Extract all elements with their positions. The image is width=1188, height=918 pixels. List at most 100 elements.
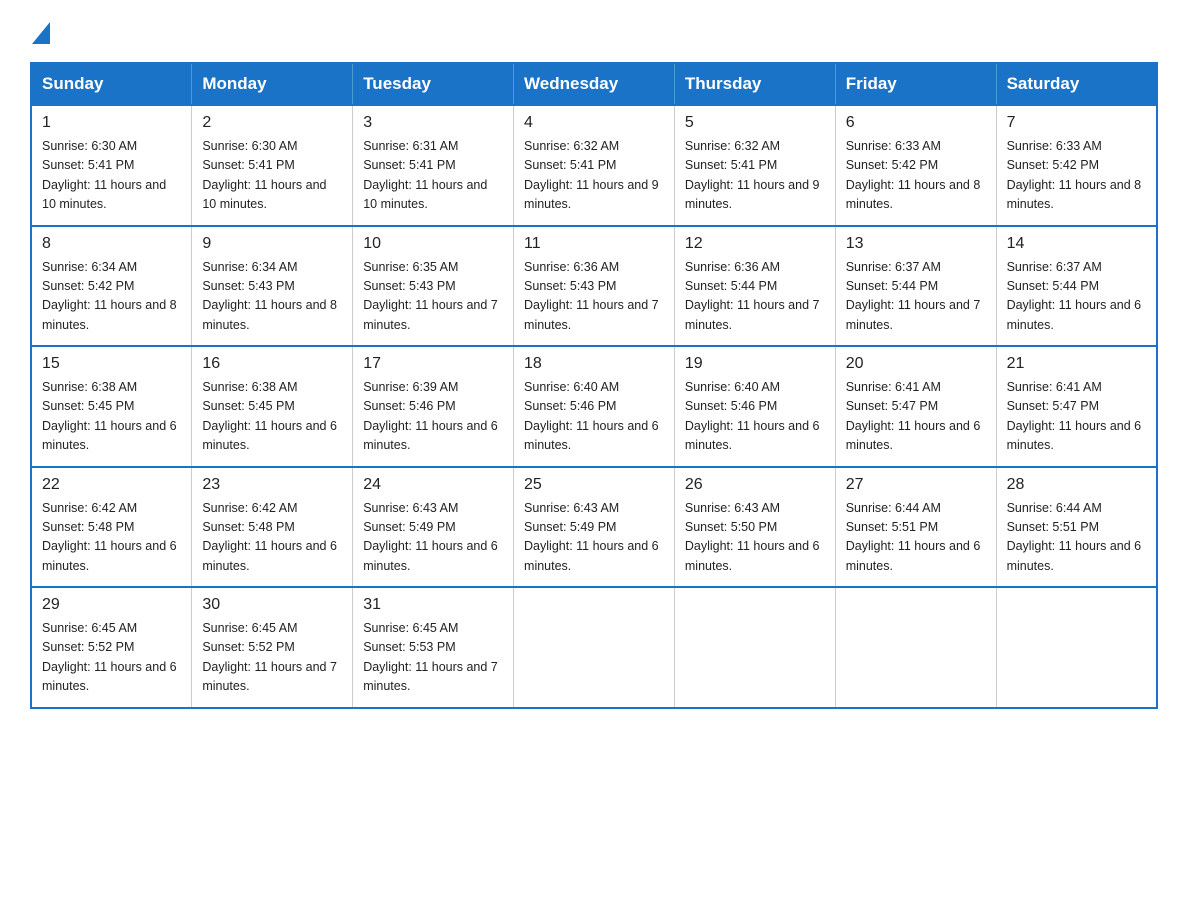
weekday-header-row: SundayMondayTuesdayWednesdayThursdayFrid…	[31, 63, 1157, 105]
day-info: Sunrise: 6:37 AMSunset: 5:44 PMDaylight:…	[1007, 258, 1146, 336]
day-number: 18	[524, 355, 664, 373]
calendar-week-row: 29 Sunrise: 6:45 AMSunset: 5:52 PMDaylig…	[31, 587, 1157, 708]
day-number: 19	[685, 355, 825, 373]
calendar-cell: 2 Sunrise: 6:30 AMSunset: 5:41 PMDayligh…	[192, 105, 353, 226]
weekday-header-wednesday: Wednesday	[514, 63, 675, 105]
calendar-week-row: 22 Sunrise: 6:42 AMSunset: 5:48 PMDaylig…	[31, 467, 1157, 588]
day-number: 8	[42, 235, 181, 253]
calendar-cell: 27 Sunrise: 6:44 AMSunset: 5:51 PMDaylig…	[835, 467, 996, 588]
day-number: 21	[1007, 355, 1146, 373]
calendar-week-row: 8 Sunrise: 6:34 AMSunset: 5:42 PMDayligh…	[31, 226, 1157, 347]
page-header	[30, 20, 1158, 44]
calendar-cell: 13 Sunrise: 6:37 AMSunset: 5:44 PMDaylig…	[835, 226, 996, 347]
weekday-header-sunday: Sunday	[31, 63, 192, 105]
day-number: 30	[202, 596, 342, 614]
day-number: 17	[363, 355, 503, 373]
day-info: Sunrise: 6:41 AMSunset: 5:47 PMDaylight:…	[1007, 378, 1146, 456]
day-number: 12	[685, 235, 825, 253]
day-number: 6	[846, 114, 986, 132]
day-number: 4	[524, 114, 664, 132]
calendar-cell	[674, 587, 835, 708]
calendar-body: 1 Sunrise: 6:30 AMSunset: 5:41 PMDayligh…	[31, 105, 1157, 708]
day-number: 23	[202, 476, 342, 494]
day-info: Sunrise: 6:30 AMSunset: 5:41 PMDaylight:…	[202, 137, 342, 215]
calendar-cell: 11 Sunrise: 6:36 AMSunset: 5:43 PMDaylig…	[514, 226, 675, 347]
day-number: 10	[363, 235, 503, 253]
day-info: Sunrise: 6:38 AMSunset: 5:45 PMDaylight:…	[42, 378, 181, 456]
day-info: Sunrise: 6:34 AMSunset: 5:43 PMDaylight:…	[202, 258, 342, 336]
day-info: Sunrise: 6:32 AMSunset: 5:41 PMDaylight:…	[524, 137, 664, 215]
weekday-header-thursday: Thursday	[674, 63, 835, 105]
calendar-cell: 1 Sunrise: 6:30 AMSunset: 5:41 PMDayligh…	[31, 105, 192, 226]
day-number: 16	[202, 355, 342, 373]
calendar-cell	[996, 587, 1157, 708]
calendar-cell: 9 Sunrise: 6:34 AMSunset: 5:43 PMDayligh…	[192, 226, 353, 347]
calendar-cell: 28 Sunrise: 6:44 AMSunset: 5:51 PMDaylig…	[996, 467, 1157, 588]
day-info: Sunrise: 6:43 AMSunset: 5:49 PMDaylight:…	[524, 499, 664, 577]
calendar-cell	[835, 587, 996, 708]
calendar-cell: 14 Sunrise: 6:37 AMSunset: 5:44 PMDaylig…	[996, 226, 1157, 347]
day-number: 31	[363, 596, 503, 614]
day-info: Sunrise: 6:39 AMSunset: 5:46 PMDaylight:…	[363, 378, 503, 456]
day-info: Sunrise: 6:40 AMSunset: 5:46 PMDaylight:…	[685, 378, 825, 456]
day-info: Sunrise: 6:37 AMSunset: 5:44 PMDaylight:…	[846, 258, 986, 336]
weekday-header-tuesday: Tuesday	[353, 63, 514, 105]
day-info: Sunrise: 6:33 AMSunset: 5:42 PMDaylight:…	[846, 137, 986, 215]
calendar-cell: 12 Sunrise: 6:36 AMSunset: 5:44 PMDaylig…	[674, 226, 835, 347]
calendar-week-row: 1 Sunrise: 6:30 AMSunset: 5:41 PMDayligh…	[31, 105, 1157, 226]
day-number: 22	[42, 476, 181, 494]
day-number: 20	[846, 355, 986, 373]
day-number: 11	[524, 235, 664, 253]
day-number: 24	[363, 476, 503, 494]
day-info: Sunrise: 6:33 AMSunset: 5:42 PMDaylight:…	[1007, 137, 1146, 215]
calendar-cell: 21 Sunrise: 6:41 AMSunset: 5:47 PMDaylig…	[996, 346, 1157, 467]
calendar-header: SundayMondayTuesdayWednesdayThursdayFrid…	[31, 63, 1157, 105]
day-number: 7	[1007, 114, 1146, 132]
calendar-cell	[514, 587, 675, 708]
day-number: 9	[202, 235, 342, 253]
day-info: Sunrise: 6:32 AMSunset: 5:41 PMDaylight:…	[685, 137, 825, 215]
calendar-cell: 30 Sunrise: 6:45 AMSunset: 5:52 PMDaylig…	[192, 587, 353, 708]
day-number: 14	[1007, 235, 1146, 253]
calendar-cell: 25 Sunrise: 6:43 AMSunset: 5:49 PMDaylig…	[514, 467, 675, 588]
day-number: 25	[524, 476, 664, 494]
day-info: Sunrise: 6:41 AMSunset: 5:47 PMDaylight:…	[846, 378, 986, 456]
day-number: 29	[42, 596, 181, 614]
day-info: Sunrise: 6:30 AMSunset: 5:41 PMDaylight:…	[42, 137, 181, 215]
day-number: 13	[846, 235, 986, 253]
day-number: 2	[202, 114, 342, 132]
day-info: Sunrise: 6:38 AMSunset: 5:45 PMDaylight:…	[202, 378, 342, 456]
day-info: Sunrise: 6:36 AMSunset: 5:43 PMDaylight:…	[524, 258, 664, 336]
weekday-header-monday: Monday	[192, 63, 353, 105]
calendar-cell: 10 Sunrise: 6:35 AMSunset: 5:43 PMDaylig…	[353, 226, 514, 347]
weekday-header-friday: Friday	[835, 63, 996, 105]
day-info: Sunrise: 6:40 AMSunset: 5:46 PMDaylight:…	[524, 378, 664, 456]
calendar-cell: 22 Sunrise: 6:42 AMSunset: 5:48 PMDaylig…	[31, 467, 192, 588]
day-number: 26	[685, 476, 825, 494]
calendar-cell: 19 Sunrise: 6:40 AMSunset: 5:46 PMDaylig…	[674, 346, 835, 467]
calendar-cell: 20 Sunrise: 6:41 AMSunset: 5:47 PMDaylig…	[835, 346, 996, 467]
day-number: 1	[42, 114, 181, 132]
day-info: Sunrise: 6:44 AMSunset: 5:51 PMDaylight:…	[1007, 499, 1146, 577]
calendar-week-row: 15 Sunrise: 6:38 AMSunset: 5:45 PMDaylig…	[31, 346, 1157, 467]
day-info: Sunrise: 6:43 AMSunset: 5:50 PMDaylight:…	[685, 499, 825, 577]
calendar-cell: 17 Sunrise: 6:39 AMSunset: 5:46 PMDaylig…	[353, 346, 514, 467]
day-number: 3	[363, 114, 503, 132]
calendar-cell: 7 Sunrise: 6:33 AMSunset: 5:42 PMDayligh…	[996, 105, 1157, 226]
calendar-cell: 31 Sunrise: 6:45 AMSunset: 5:53 PMDaylig…	[353, 587, 514, 708]
day-info: Sunrise: 6:36 AMSunset: 5:44 PMDaylight:…	[685, 258, 825, 336]
calendar-cell: 29 Sunrise: 6:45 AMSunset: 5:52 PMDaylig…	[31, 587, 192, 708]
calendar-cell: 23 Sunrise: 6:42 AMSunset: 5:48 PMDaylig…	[192, 467, 353, 588]
day-info: Sunrise: 6:43 AMSunset: 5:49 PMDaylight:…	[363, 499, 503, 577]
day-number: 27	[846, 476, 986, 494]
calendar-cell: 4 Sunrise: 6:32 AMSunset: 5:41 PMDayligh…	[514, 105, 675, 226]
day-info: Sunrise: 6:35 AMSunset: 5:43 PMDaylight:…	[363, 258, 503, 336]
day-number: 5	[685, 114, 825, 132]
day-number: 15	[42, 355, 181, 373]
logo	[30, 20, 50, 44]
calendar-cell: 6 Sunrise: 6:33 AMSunset: 5:42 PMDayligh…	[835, 105, 996, 226]
calendar-cell: 16 Sunrise: 6:38 AMSunset: 5:45 PMDaylig…	[192, 346, 353, 467]
calendar-cell: 15 Sunrise: 6:38 AMSunset: 5:45 PMDaylig…	[31, 346, 192, 467]
calendar-cell: 3 Sunrise: 6:31 AMSunset: 5:41 PMDayligh…	[353, 105, 514, 226]
day-info: Sunrise: 6:42 AMSunset: 5:48 PMDaylight:…	[202, 499, 342, 577]
